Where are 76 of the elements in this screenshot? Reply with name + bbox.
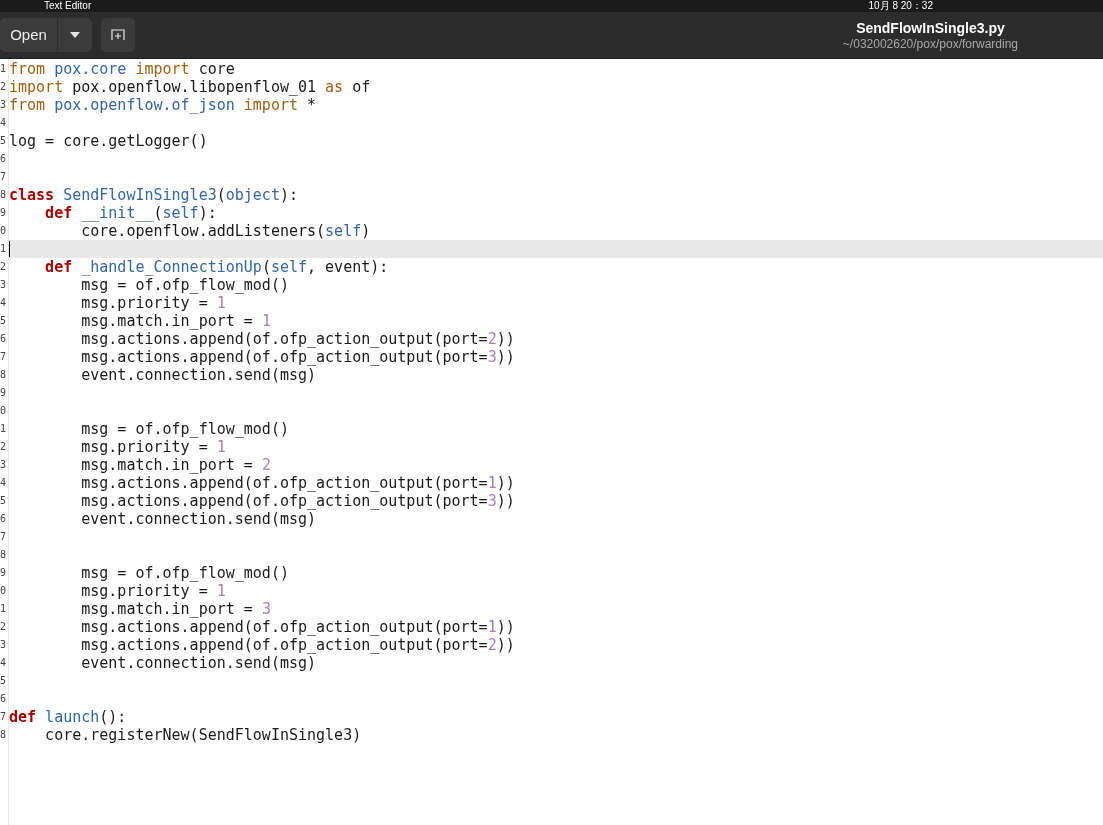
line-number: 4 [0, 477, 8, 489]
line-number: 4 [0, 117, 8, 129]
clock[interactable]: 10月 8 20：32 [868, 0, 933, 12]
code-line: msg.actions.append(of.ofp_action_output(port=3)) [80, 492, 515, 510]
line-number: 8 [0, 189, 8, 201]
new-tab-icon [111, 29, 125, 41]
open-menu-button[interactable] [58, 18, 92, 52]
code-line: msg = of.ofp_flow_mod() [80, 276, 289, 294]
line-number: 2 [0, 441, 8, 453]
line-number: 3 [0, 99, 8, 111]
code-line: msg.priority = 1 [80, 582, 226, 600]
line-number: 6 [0, 333, 8, 345]
line-number: 5 [0, 495, 8, 507]
code-line: msg.priority = 1 [80, 438, 226, 456]
code-line: def __init__(self): [44, 204, 217, 222]
line-number: 0 [0, 585, 8, 597]
code-line: event.connection.send(msg) [80, 510, 317, 528]
code-line: msg.actions.append(of.ofp_action_output(port=2)) [80, 636, 515, 654]
line-number: 9 [0, 567, 8, 579]
line-number: 1 [0, 423, 8, 435]
caret-icon [70, 32, 80, 38]
code-line: msg.priority = 1 [80, 294, 226, 312]
line-number: 1 [0, 603, 8, 615]
line-number: 1 [0, 243, 8, 255]
code-line: from pox.core import core [9, 60, 235, 78]
code-line: msg.match.in_port = 3 [80, 600, 271, 618]
file-path: ~/032002620/pox/pox/forwarding [842, 36, 1018, 51]
line-number: 7 [0, 531, 8, 543]
code-line: import pox.openflow.libopenflow_01 as of [9, 78, 371, 96]
line-number: 1 [0, 63, 8, 75]
open-button[interactable]: Open [0, 18, 58, 52]
line-number: 2 [0, 261, 8, 273]
line-number: 5 [0, 675, 8, 687]
code-line: msg.actions.append(of.ofp_action_output(port=3)) [80, 348, 515, 366]
line-number: 0 [0, 405, 8, 417]
code-line: msg = of.ofp_flow_mod() [80, 420, 289, 438]
line-number: 9 [0, 387, 8, 399]
line-number: 6 [0, 153, 8, 165]
line-number: 3 [0, 279, 8, 291]
text-cursor [9, 241, 10, 257]
line-number: 8 [0, 729, 8, 741]
line-number: 9 [0, 207, 8, 219]
code-line: msg.actions.append(of.ofp_action_output(port=2)) [80, 330, 515, 348]
code-line: core.registerNew(SendFlowInSingle3) [44, 726, 362, 744]
line-number: 7 [0, 711, 8, 723]
line-number: 4 [0, 657, 8, 669]
line-number: 8 [0, 549, 8, 561]
line-number: 5 [0, 135, 8, 147]
line-number: 3 [0, 639, 8, 651]
code-line: event.connection.send(msg) [80, 366, 317, 384]
line-number: 2 [0, 621, 8, 633]
code-line: def launch(): [9, 708, 127, 726]
app-menu[interactable]: Text Editor [44, 0, 92, 12]
code-line: msg.match.in_port = 2 [80, 456, 271, 474]
window-title: SendFlowInSingle3.py [856, 19, 1005, 37]
line-number: 0 [0, 225, 8, 237]
line-number: 6 [0, 513, 8, 525]
code-line: def _handle_ConnectionUp(self, event): [44, 258, 389, 276]
new-tab-button[interactable] [101, 18, 135, 52]
line-number: 4 [0, 297, 8, 309]
code-line: from pox.openflow.of_json import * [9, 96, 317, 114]
line-number: 3 [0, 459, 8, 471]
code-line: core.openflow.addListeners(self) [80, 222, 371, 240]
line-number: 8 [0, 369, 8, 381]
code-line: msg.actions.append(of.ofp_action_output(port=1)) [80, 618, 515, 636]
line-number: 6 [0, 693, 8, 705]
code-line: log = core.getLogger() [9, 132, 208, 150]
code-line: msg.actions.append(of.ofp_action_output(port=1)) [80, 474, 515, 492]
line-number: 7 [0, 171, 8, 183]
code-line: msg = of.ofp_flow_mod() [80, 564, 289, 582]
code-line: event.connection.send(msg) [80, 654, 317, 672]
code-line: class SendFlowInSingle3(object): [9, 186, 298, 204]
line-number: 5 [0, 315, 8, 327]
code-line: msg.match.in_port = 1 [80, 312, 271, 330]
line-number: 7 [0, 351, 8, 363]
line-number: 2 [0, 81, 8, 93]
